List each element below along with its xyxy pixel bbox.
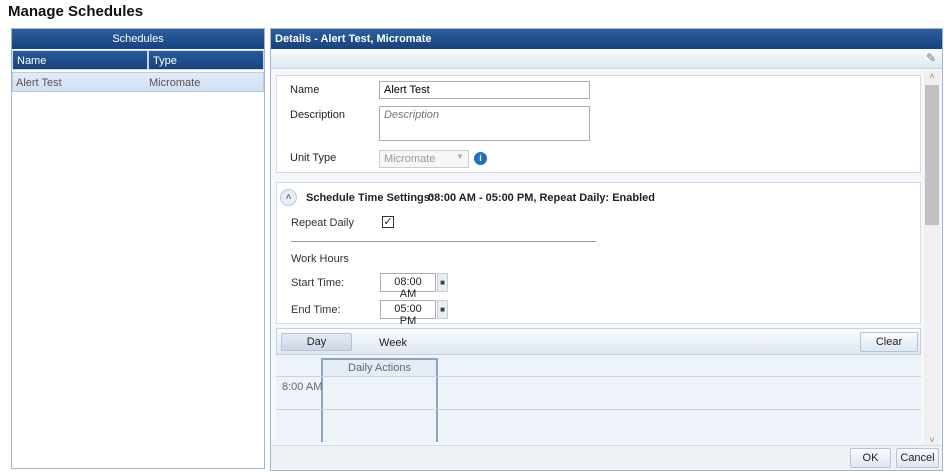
- scrollbar-thumb[interactable]: [925, 85, 939, 225]
- row-name: Alert Test: [16, 77, 62, 89]
- start-time-label: Start Time:: [291, 277, 345, 289]
- unit-type-select: Micromate ▼: [379, 150, 469, 168]
- description-label: Description: [290, 109, 346, 121]
- repeat-daily-label: Repeat Daily: [291, 217, 354, 229]
- tab-day[interactable]: Day: [281, 333, 352, 351]
- end-time-label: End Time:: [291, 304, 341, 316]
- page-title: Manage Schedules: [8, 3, 144, 20]
- column-header-type[interactable]: Type: [148, 50, 264, 70]
- name-label: Name: [290, 84, 320, 96]
- edit-pencil-icon[interactable]: ✎: [926, 51, 936, 65]
- schedule-time-section: ˄ Schedule Time Settings: 08:00 AM - 05:…: [276, 182, 921, 327]
- start-time-picker-button[interactable]: ■: [437, 273, 448, 292]
- name-input[interactable]: [379, 81, 590, 99]
- repeat-daily-checkbox[interactable]: ✓: [382, 216, 394, 228]
- details-header: Details - Alert Test, Micromate: [271, 29, 942, 49]
- tab-week[interactable]: Week: [363, 337, 423, 349]
- divider: [291, 241, 596, 242]
- table-row[interactable]: Alert Test Micromate: [12, 72, 264, 92]
- schedule-title: Schedule Time Settings:: [306, 192, 434, 204]
- ok-button[interactable]: OK: [850, 448, 891, 468]
- schedules-header: Schedules: [12, 29, 264, 49]
- unit-type-value: Micromate: [384, 153, 436, 165]
- schedule-summary: 08:00 AM - 05:00 PM, Repeat Daily: Enabl…: [428, 192, 655, 204]
- work-hours-label: Work Hours: [291, 253, 349, 265]
- chevron-down-icon: ▼: [456, 152, 464, 161]
- start-time-input[interactable]: 08:00 AM: [380, 273, 436, 300]
- row-type: Micromate: [149, 77, 201, 89]
- description-input[interactable]: [379, 106, 590, 141]
- details-panel: Details - Alert Test, Micromate ✎ ˄ ˅ Na…: [270, 28, 943, 471]
- unit-type-label: Unit Type: [290, 152, 337, 164]
- scroll-up-icon[interactable]: ˄: [924, 71, 940, 81]
- schedules-panel: Schedules Name Type Alert Test Micromate: [11, 28, 265, 469]
- column-header-name[interactable]: Name: [12, 50, 148, 70]
- daily-actions-header: Daily Actions: [321, 358, 438, 377]
- clear-button[interactable]: Clear: [860, 332, 918, 352]
- scroll-down-icon[interactable]: ˅: [924, 435, 940, 445]
- cancel-button[interactable]: Cancel: [896, 448, 939, 468]
- vertical-scrollbar[interactable]: ˄ ˅: [924, 71, 940, 445]
- end-time-picker-button[interactable]: ■: [437, 300, 448, 319]
- info-icon[interactable]: i: [474, 152, 487, 165]
- time-slot-label: 8:00 AM: [282, 381, 323, 393]
- end-time-input[interactable]: 05:00 PM: [380, 300, 436, 327]
- collapse-button[interactable]: ˄: [280, 189, 297, 206]
- calendar: Day Week Clear Daily Actions 8:00 AM: [276, 328, 921, 442]
- general-section: Name Description Unit Type Micromate ▼ i: [276, 75, 921, 173]
